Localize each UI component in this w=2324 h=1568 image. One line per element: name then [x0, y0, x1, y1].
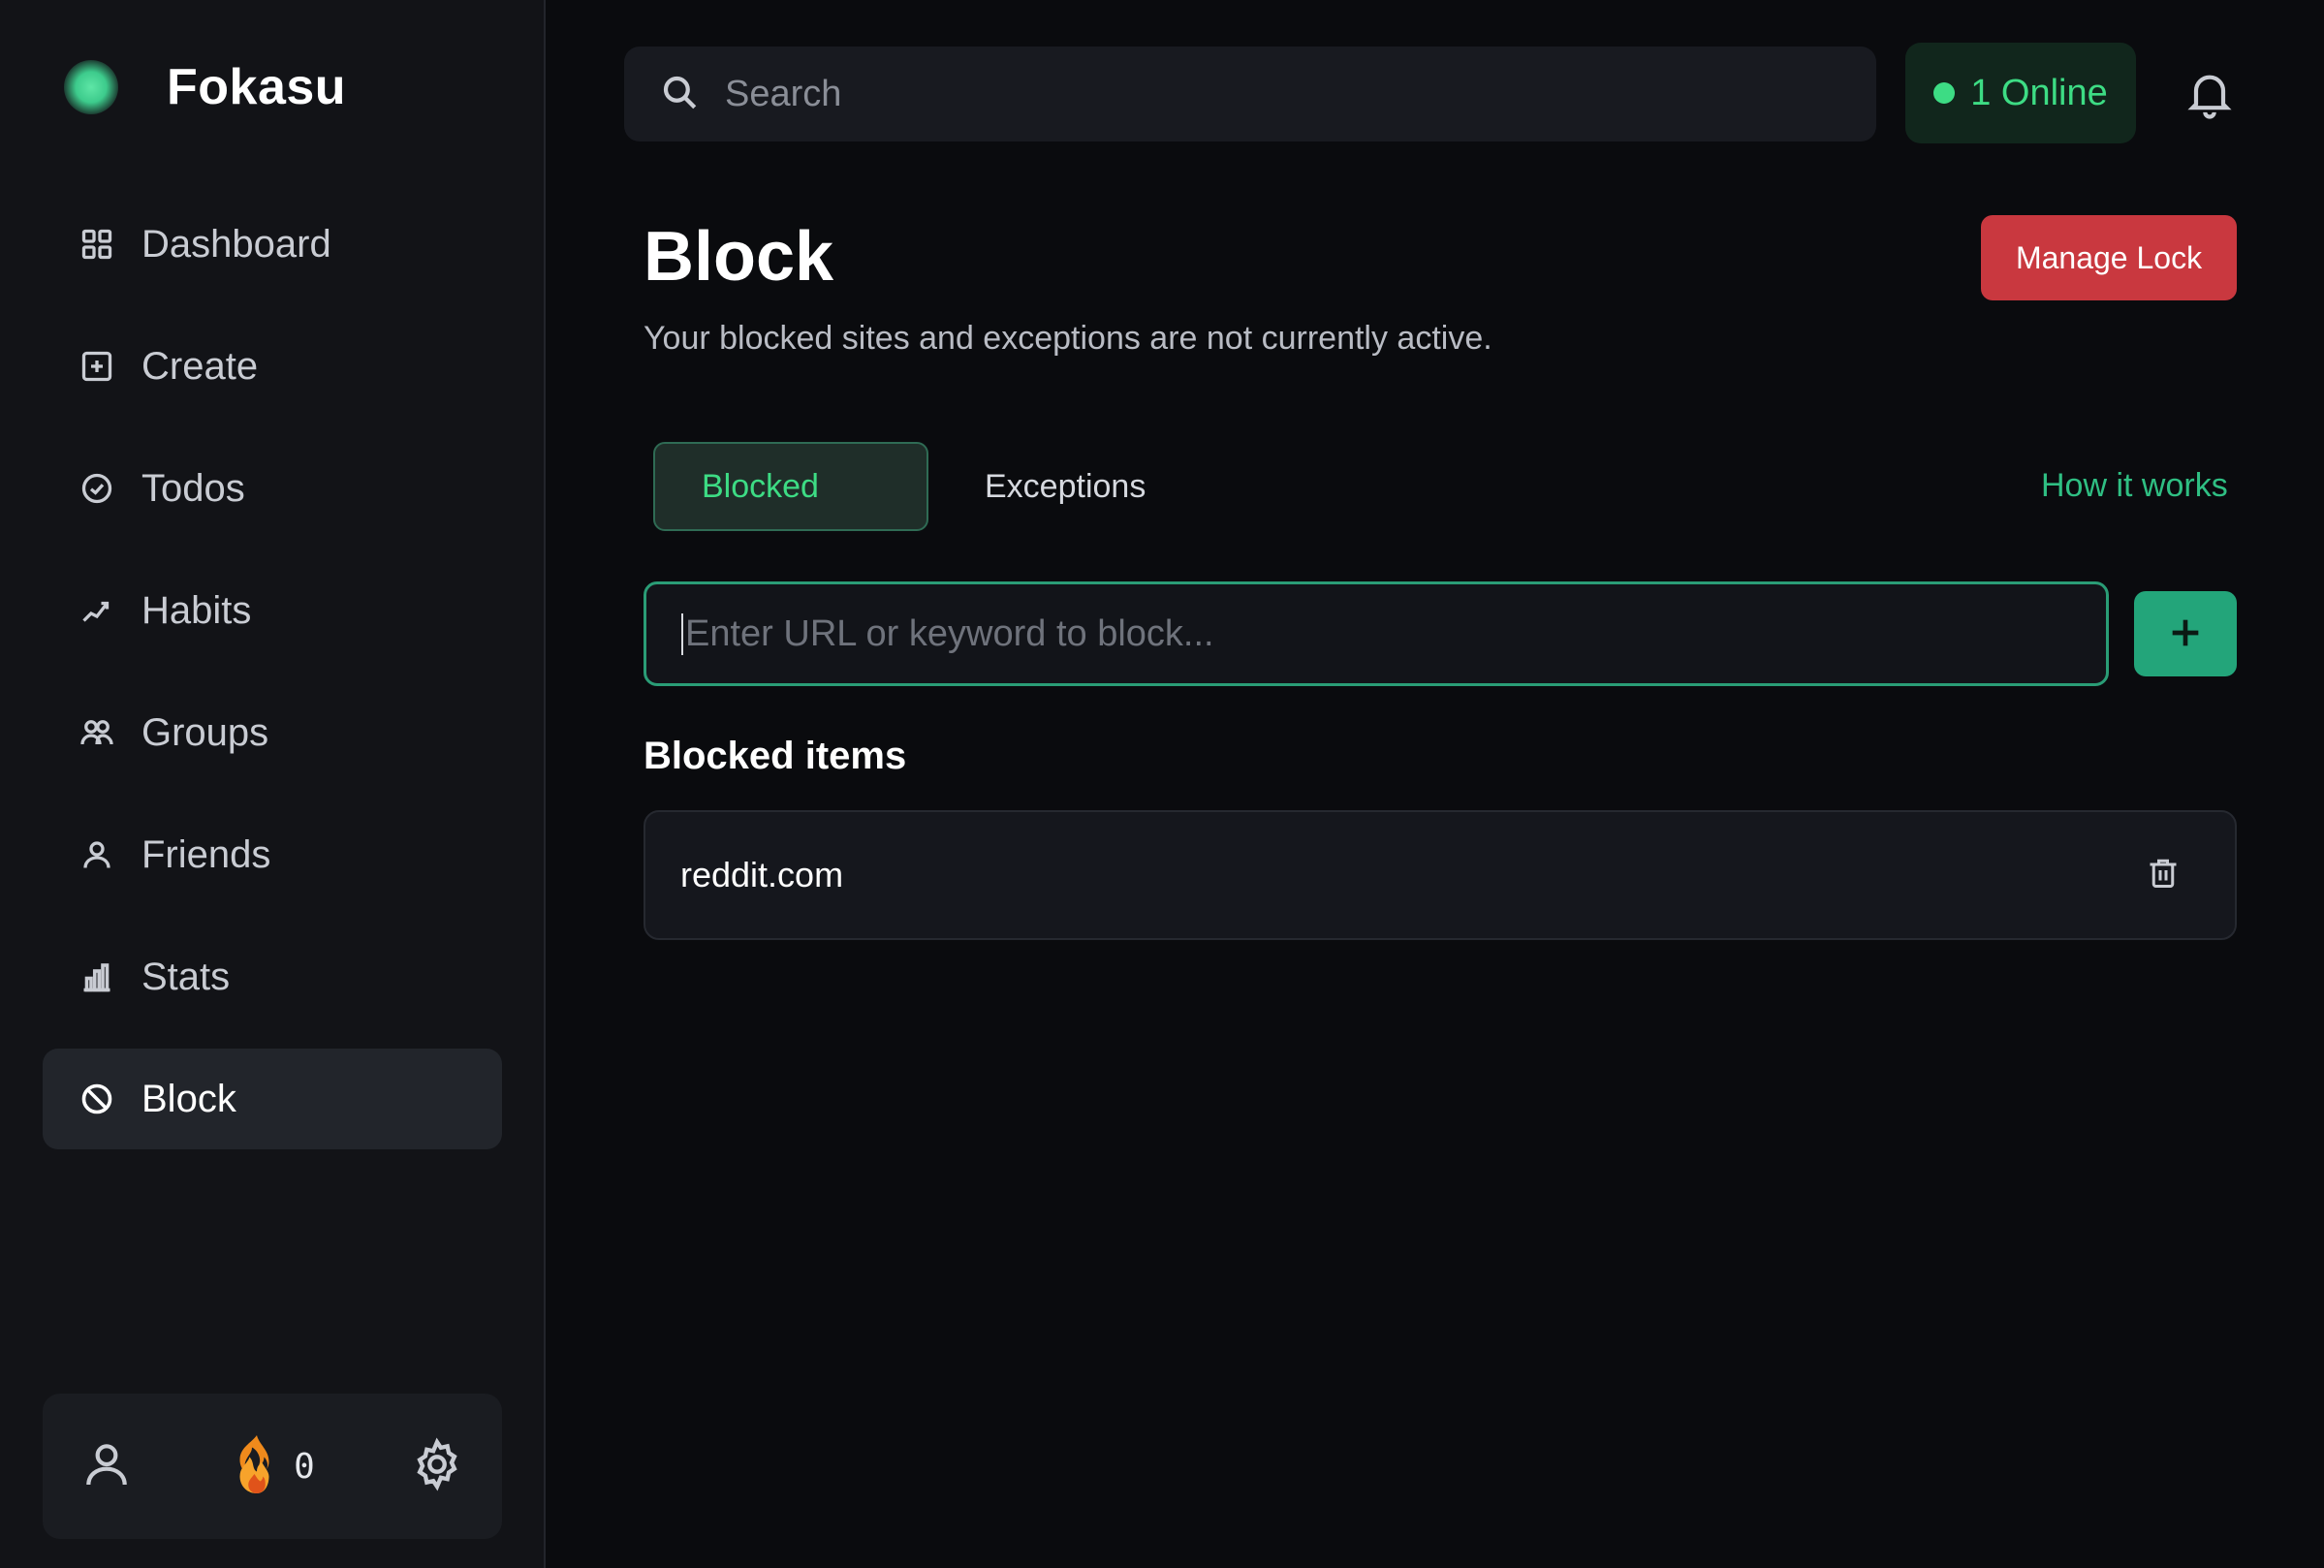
flame-icon — [228, 1432, 286, 1501]
delete-button[interactable] — [2142, 854, 2184, 896]
ban-icon — [78, 1080, 116, 1118]
plus-icon — [2166, 613, 2205, 655]
list-item: reddit.com — [644, 810, 2237, 940]
notifications-button[interactable] — [2183, 66, 2237, 120]
sidebar-item-dashboard[interactable]: Dashboard — [43, 194, 502, 295]
plus-square-icon — [78, 347, 116, 386]
logo-dot-icon — [64, 60, 118, 114]
tab-exceptions[interactable]: Exceptions — [938, 442, 1192, 531]
online-status-badge[interactable]: 1 Online — [1905, 43, 2136, 143]
search-icon — [659, 72, 700, 117]
sidebar-item-block[interactable]: Block — [43, 1049, 502, 1149]
sidebar: Fokasu Dashboard Create Todos Habits Gro… — [0, 0, 546, 1568]
add-block-button[interactable] — [2134, 591, 2237, 676]
profile-button[interactable] — [79, 1437, 134, 1496]
block-url-input[interactable] — [681, 612, 2038, 655]
sidebar-item-habits[interactable]: Habits — [43, 560, 502, 661]
trend-icon — [78, 591, 116, 630]
blocked-items-heading: Blocked items — [644, 735, 907, 777]
settings-button[interactable] — [409, 1436, 465, 1497]
sidebar-item-groups[interactable]: Groups — [43, 682, 502, 783]
sidebar-item-label: Friends — [141, 832, 271, 876]
sidebar-item-todos[interactable]: Todos — [43, 438, 502, 539]
sidebar-item-label: Stats — [141, 955, 231, 998]
sidebar-nav: Dashboard Create Todos Habits Groups Fri… — [43, 194, 502, 1171]
tab-blocked[interactable]: Blocked — [653, 442, 928, 531]
gear-icon — [409, 1436, 465, 1497]
how-it-works-link[interactable]: How it works — [2041, 467, 2228, 505]
sidebar-item-label: Habits — [141, 588, 252, 632]
blocked-items-list: reddit.com — [644, 810, 2237, 940]
profile-icon — [79, 1437, 134, 1496]
sidebar-item-label: Block — [141, 1077, 236, 1120]
sidebar-item-label: Groups — [141, 710, 269, 754]
user-icon — [78, 835, 116, 874]
blocked-item-label: reddit.com — [680, 855, 844, 894]
search-input[interactable] — [725, 73, 1791, 115]
block-tabs: Blocked Exceptions — [653, 442, 1192, 531]
app-window: Fokasu Dashboard Create Todos Habits Gro… — [0, 0, 2324, 1568]
users-icon — [78, 713, 116, 752]
online-status-text: 1 Online — [1970, 72, 2108, 113]
search-bar[interactable] — [624, 47, 1876, 141]
brand-name: Fokasu — [167, 59, 347, 115]
bell-icon — [2183, 75, 2237, 124]
manage-lock-button[interactable]: Manage Lock — [1981, 215, 2237, 300]
online-dot-icon — [1933, 82, 1956, 104]
brand[interactable]: Fokasu — [64, 58, 346, 116]
streak-count: 0 — [294, 1446, 315, 1487]
sidebar-footer: 0 — [43, 1394, 502, 1539]
block-input-container — [644, 581, 2109, 686]
sidebar-item-stats[interactable]: Stats — [43, 926, 502, 1027]
page-subtitle: Your blocked sites and exceptions are no… — [644, 320, 1492, 357]
sidebar-item-label: Create — [141, 344, 259, 388]
trash-icon — [2146, 855, 2181, 896]
grid-icon — [78, 225, 116, 264]
page-title: Block — [644, 218, 834, 296]
bar-chart-icon — [78, 957, 116, 996]
sidebar-item-friends[interactable]: Friends — [43, 804, 502, 905]
sidebar-item-label: Todos — [141, 466, 245, 510]
sidebar-item-label: Dashboard — [141, 222, 331, 266]
sidebar-item-create[interactable]: Create — [43, 316, 502, 417]
streak-button[interactable]: 0 — [228, 1432, 315, 1501]
check-circle-icon — [78, 469, 116, 508]
